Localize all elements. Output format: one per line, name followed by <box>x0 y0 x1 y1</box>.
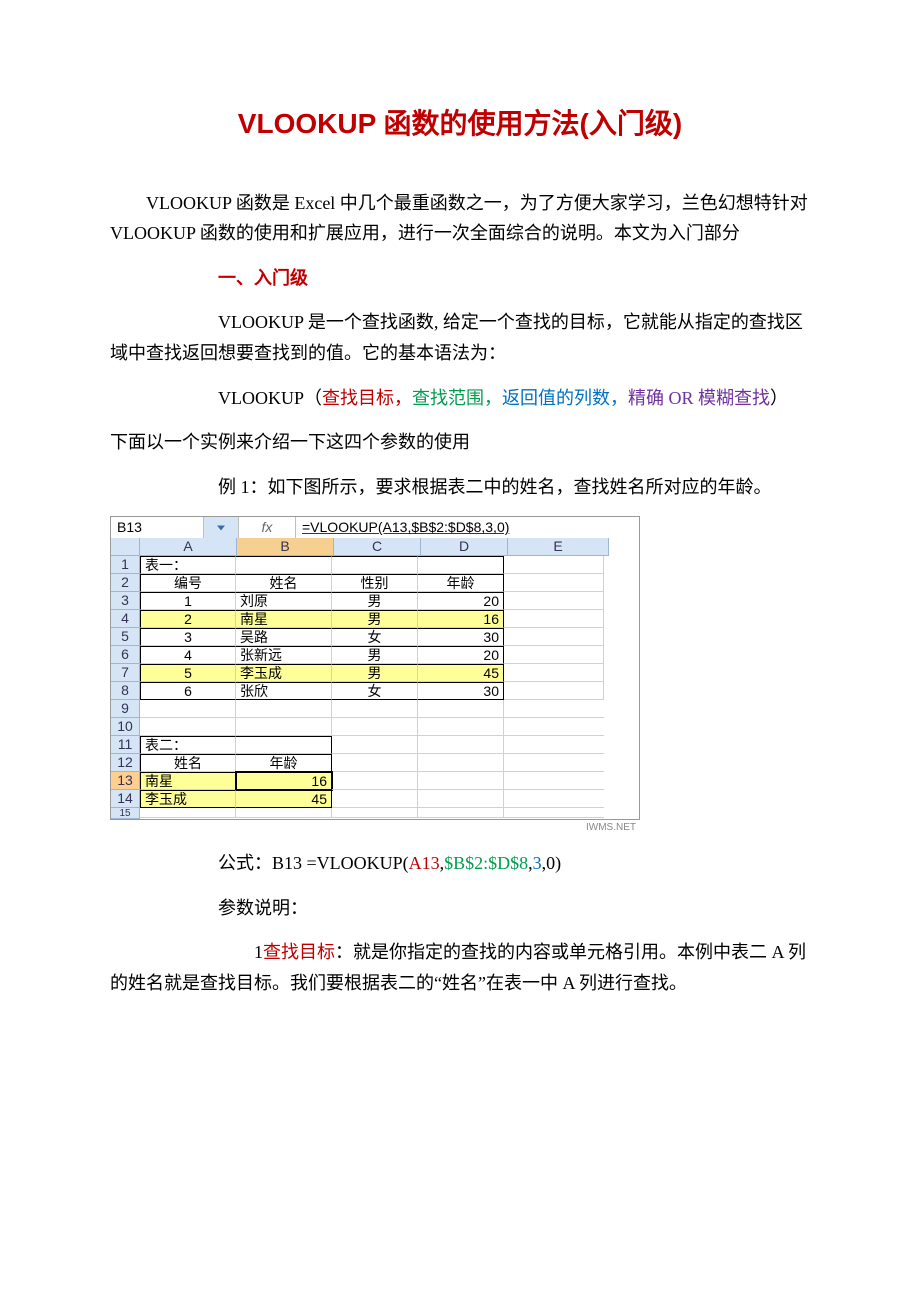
syntax-prefix: VLOOKUP（ <box>218 388 322 408</box>
syntax-description: VLOOKUP 是一个查找函数, 给定一个查找的目标，它就能从指定的查找区域中查… <box>110 307 810 368</box>
cell: 姓名 <box>236 574 332 592</box>
row: 12 姓名 年龄 <box>111 754 639 772</box>
formula-bar: B13 fx =VLOOKUP(A13,$B$2:$D$8,3,0) <box>110 517 640 538</box>
row: 6 4 张新远 男 20 <box>111 646 639 664</box>
row: 13 南星 16 <box>111 772 639 790</box>
syntax-arg-2: 查找范围， <box>412 388 502 408</box>
cell: 编号 <box>140 574 236 592</box>
section-heading: 一、入门级 <box>110 263 810 294</box>
paragraph: 下面以一个实例来介绍一下这四个参数的使用 <box>110 427 810 458</box>
col-header: C <box>334 538 421 556</box>
row: 7 5 李玉成 男 45 <box>111 664 639 682</box>
spreadsheet-grid: A B C D E 1 表一： 2 编号 姓名 性别 年龄 3 1 刘 <box>110 538 640 820</box>
intro-paragraph: VLOOKUP 函数是 Excel 中几个最重函数之一，为了方便大家学习，兰色幻… <box>110 188 810 249</box>
selected-cell: 16 <box>236 772 332 790</box>
formula-line: 公式：B13 =VLOOKUP(A13,$B$2:$D$8,3,0) <box>110 848 810 879</box>
text: VLOOKUP 是一个查找函数, 给定一个查找的目标，它就能从指定的查找区域中查… <box>110 312 803 363</box>
cell: 年龄 <box>418 574 504 592</box>
row: 8 6 张欣 女 30 <box>111 682 639 700</box>
formula-value: =VLOOKUP(A13,$B$2:$D$8,3,0) <box>296 517 639 538</box>
row: 9 <box>111 700 639 718</box>
col-header: D <box>421 538 508 556</box>
cell: 表一： <box>140 556 236 574</box>
row: 15 <box>111 808 639 819</box>
name-box: B13 <box>111 517 204 538</box>
col-header: A <box>140 538 237 556</box>
param-1: 1查找目标：就是你指定的查找的内容或单元格引用。本例中表二 A 列的姓名就是查找… <box>110 937 810 998</box>
example-lead: 例 1：如下图所示，要求根据表二中的姓名，查找姓名所对应的年龄。 <box>110 472 810 503</box>
syntax-arg-3: 返回值的列数， <box>502 388 628 408</box>
fx-label: fx <box>239 517 296 538</box>
excel-screenshot: B13 fx =VLOOKUP(A13,$B$2:$D$8,3,0) A B C… <box>110 516 640 834</box>
col-header: B <box>237 538 334 556</box>
row: 14 李玉成 45 <box>111 790 639 808</box>
row: 11 表二： <box>111 736 639 754</box>
col-header: E <box>508 538 609 556</box>
row: 5 3 吴路 女 30 <box>111 628 639 646</box>
name-box-dropdown-icon <box>204 517 239 538</box>
page-title: VLOOKUP 函数的使用方法(入门级) <box>110 100 810 148</box>
cell: 性别 <box>332 574 418 592</box>
syntax-line: VLOOKUP（查找目标，查找范围，返回值的列数，精确 OR 模糊查找） <box>110 383 810 414</box>
document-page: VLOOKUP 函数的使用方法(入门级) VLOOKUP 函数是 Excel 中… <box>0 0 920 1302</box>
syntax-arg-1: 查找目标， <box>322 388 412 408</box>
syntax-arg-4: 精确 OR 模糊查找 <box>628 388 770 408</box>
column-header-row: A B C D E <box>111 538 639 556</box>
row: 2 编号 姓名 性别 年龄 <box>111 574 639 592</box>
syntax-suffix: ） <box>770 388 788 408</box>
watermark: IWMS.NET <box>110 820 640 834</box>
row: 1 表一： <box>111 556 639 574</box>
row: 3 1 刘原 男 20 <box>111 592 639 610</box>
row: 10 <box>111 718 639 736</box>
param-heading: 参数说明： <box>110 893 810 924</box>
row: 4 2 南星 男 16 <box>111 610 639 628</box>
